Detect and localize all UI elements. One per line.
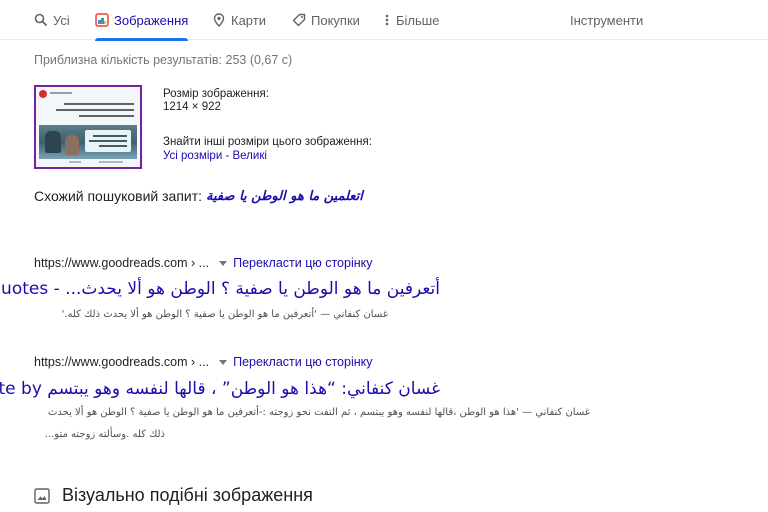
result-stats: Приблизна кількість результатів: 253 (0,… bbox=[34, 53, 293, 67]
result-snippet-2-line-1: غسان كنفاني — 'هذا هو الوطن ،قالها لنفسه… bbox=[47, 407, 590, 418]
thumbnail-header bbox=[39, 90, 139, 100]
tab-all[interactable]: Усі bbox=[34, 0, 70, 40]
tab-shopping-label: Покупки bbox=[311, 12, 360, 28]
related-search-label: Схожий пошуковий запит: bbox=[34, 188, 203, 204]
thumbnail-photo bbox=[39, 125, 137, 159]
size-links: Усі розміри - Великі bbox=[163, 150, 267, 163]
visually-similar-label: Візуально подібні зображення bbox=[62, 485, 313, 505]
image-size-label: Розмір зображення: bbox=[163, 88, 269, 100]
visually-similar-heading: Візуально подібні зображення bbox=[34, 485, 313, 506]
tab-shopping[interactable]: Покупки bbox=[292, 0, 360, 40]
translate-link[interactable]: Перекласти цю сторінку bbox=[233, 355, 372, 369]
all-sizes-link[interactable]: Усі розміри bbox=[163, 150, 222, 162]
tag-icon bbox=[292, 13, 306, 27]
more-vert-icon bbox=[383, 13, 391, 27]
translate-link[interactable]: Перекласти цю сторінку bbox=[233, 256, 372, 270]
tab-maps[interactable]: Карти bbox=[212, 0, 266, 40]
result-snippet-1: غسان كنفاني — 'أتعرفين ما هو الوطن يا صف… bbox=[61, 309, 388, 320]
search-icon bbox=[34, 13, 48, 27]
tools-button[interactable]: Інструменти bbox=[570, 0, 643, 40]
result-title-1[interactable]: أتعرفين ما هو الوطن يا صفية ؟ الوطن هو أ… bbox=[0, 279, 440, 299]
result-url-text[interactable]: https://www.goodreads.com › ... bbox=[34, 256, 209, 270]
tab-all-label: Усі bbox=[53, 12, 70, 28]
tab-images[interactable]: Зображення bbox=[95, 0, 189, 41]
result-title-2[interactable]: غسان كنفاني: “هذا هو الوطن” ، قالها لنفس… bbox=[0, 379, 440, 399]
chevron-down-icon[interactable] bbox=[219, 260, 228, 266]
search-tabs: Усі Зображення Карти Покупки Більше Інст… bbox=[0, 0, 768, 41]
tab-more[interactable]: Більше bbox=[383, 0, 439, 40]
related-search: Схожий пошуковий запит: اتعلمين ما هو ال… bbox=[34, 188, 363, 204]
tab-more-label: Більше bbox=[396, 12, 440, 28]
result-url-1: https://www.goodreads.com › ... Переклас… bbox=[34, 256, 373, 270]
chevron-down-icon[interactable] bbox=[219, 359, 228, 365]
tab-images-label: Зображення bbox=[114, 12, 189, 28]
query-image-thumbnail[interactable] bbox=[34, 85, 142, 169]
tab-maps-label: Карти bbox=[231, 12, 266, 28]
other-sizes-label: Знайти інші розміри цього зображення: bbox=[163, 136, 372, 148]
thumbnail-logo bbox=[39, 90, 47, 98]
images-icon bbox=[95, 13, 109, 27]
result-url-2: https://www.goodreads.com › ... Переклас… bbox=[34, 355, 373, 369]
size-links-separator: - bbox=[222, 150, 233, 162]
image-icon bbox=[34, 487, 50, 504]
large-sizes-link[interactable]: Великі bbox=[233, 150, 267, 162]
map-pin-icon bbox=[212, 13, 226, 27]
image-size-value: 1214 × 922 bbox=[163, 101, 221, 113]
related-search-query[interactable]: اتعلمين ما هو الوطن يا صفية bbox=[206, 189, 363, 204]
result-url-text[interactable]: https://www.goodreads.com › ... bbox=[34, 355, 209, 369]
result-snippet-2-line-2: ذلك كله .وسألته زوجته متو... bbox=[44, 429, 165, 440]
